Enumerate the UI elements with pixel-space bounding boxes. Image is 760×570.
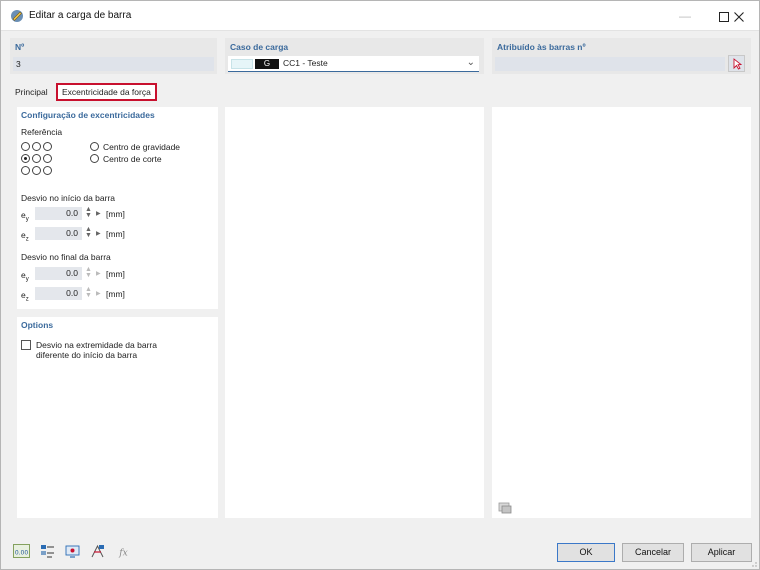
reference-middle-center-radio[interactable]	[32, 154, 41, 163]
ok-button[interactable]: OK	[557, 543, 615, 562]
assigned-panel: Atribuído às barras nº	[492, 38, 751, 74]
end-ey-input: 0.0	[35, 267, 82, 280]
options-title: Options	[21, 320, 54, 330]
start-ez-unit: [mm]	[106, 229, 125, 239]
reference-bottom-right-radio[interactable]	[43, 166, 52, 175]
assigned-label: Atribuído às barras nº	[497, 42, 586, 52]
loadcase-code: G	[255, 59, 279, 69]
window-title: Editar a carga de barra	[29, 10, 132, 21]
number-panel: Nº 3	[10, 38, 217, 74]
cancel-button[interactable]: Cancelar	[622, 543, 684, 562]
start-ey-spinner[interactable]: ▲ ▼	[85, 206, 92, 219]
start-ez-menu-arrow-icon[interactable]: ▶	[96, 230, 101, 237]
units-icon[interactable]: 0.00	[13, 543, 30, 560]
shear-center-label: Centro de corte	[103, 154, 162, 164]
end-ez-label: ez	[21, 290, 29, 303]
end-ez-spinner: ▲ ▼	[85, 286, 92, 299]
tab-principal[interactable]: Principal	[11, 83, 52, 101]
options-panel: Options Desvio na extremidade da barra d…	[17, 317, 218, 518]
end-ey-unit: [mm]	[106, 269, 125, 279]
reference-top-right-radio[interactable]	[43, 142, 52, 151]
reference-bottom-left-radio[interactable]	[21, 166, 30, 175]
load-edit-icon	[11, 10, 23, 22]
model-object-icon[interactable]	[89, 543, 106, 560]
different-end-offset-label-line2: diferente do início da barra	[36, 350, 138, 360]
different-end-offset-checkbox[interactable]	[21, 340, 31, 350]
reference-label: Referência	[21, 127, 63, 137]
end-ez-input: 0.0	[35, 287, 82, 300]
display-settings-icon[interactable]	[64, 543, 81, 560]
loadcase-name: CC1 - Teste	[283, 58, 328, 68]
chevron-down-icon: ⌄	[466, 57, 475, 68]
close-icon	[734, 11, 744, 22]
loadcase-label: Caso de carga	[230, 42, 289, 52]
reference-middle-right-radio[interactable]	[43, 154, 52, 163]
start-ey-label: ey	[21, 210, 29, 223]
tab-excentricidade[interactable]: Excentricidade da força	[56, 83, 157, 101]
start-ey-menu-arrow-icon[interactable]: ▶	[96, 210, 101, 217]
reference-middle-left-radio[interactable]	[21, 154, 30, 163]
units-icon-text: 0.00	[15, 550, 29, 557]
reference-bottom-center-radio[interactable]	[32, 166, 41, 175]
eccentricity-title: Configuração de excentricidades	[21, 110, 155, 120]
start-ey-unit: [mm]	[106, 209, 125, 219]
number-label: Nº	[15, 42, 25, 52]
center-gravity-radio[interactable]	[90, 142, 99, 151]
formula-fx-icon[interactable]: fx	[115, 543, 132, 560]
close-button[interactable]	[719, 1, 759, 31]
preview-settings-icon[interactable]	[498, 501, 512, 514]
start-ez-input[interactable]: 0.0	[35, 227, 82, 240]
start-ez-label: ez	[21, 230, 29, 243]
end-ey-label: ey	[21, 270, 29, 283]
preview-panel	[492, 107, 751, 518]
end-ez-unit: [mm]	[106, 289, 125, 299]
start-ez-spinner[interactable]: ▲ ▼	[85, 226, 92, 239]
center-gravity-label: Centro de gravidade	[103, 142, 181, 152]
dialog-window: Editar a carga de barra — Nº 3 Caso de c…	[0, 0, 760, 570]
formula-icon-text: fx	[118, 549, 127, 559]
end-ey-menu-arrow-icon: ▶	[96, 271, 101, 277]
minimize-button[interactable]: —	[665, 1, 705, 31]
end-ez-menu-arrow-icon: ▶	[96, 291, 101, 297]
eccentricity-panel: Configuração de excentricidades Referênc…	[17, 107, 218, 309]
resize-grip-icon[interactable]	[749, 559, 757, 567]
bottom-bar: 0.00 fx OK Cancelar Aplicar	[1, 533, 759, 569]
start-ey-input[interactable]: 0.0	[35, 207, 82, 220]
number-field[interactable]: 3	[13, 57, 214, 71]
end-ey-spinner: ▲ ▼	[85, 266, 92, 279]
reference-top-left-radio[interactable]	[21, 142, 30, 151]
shear-center-radio[interactable]	[90, 154, 99, 163]
title-bar: Editar a carga de barra —	[1, 1, 759, 31]
loadcase-color-swatch	[231, 59, 253, 69]
end-offset-title: Desvio no final da barra	[21, 252, 111, 262]
different-end-offset-label-line1: Desvio na extremidade da barra	[36, 340, 157, 350]
pick-cursor-icon	[733, 58, 743, 70]
middle-panel	[225, 107, 484, 518]
pick-members-button[interactable]	[728, 55, 745, 72]
start-offset-title: Desvio no início da barra	[21, 193, 116, 203]
assigned-field[interactable]	[495, 57, 725, 71]
reference-top-center-radio[interactable]	[32, 142, 41, 151]
table-view-icon[interactable]	[39, 543, 56, 560]
loadcase-panel: Caso de carga G CC1 - Teste ⌄	[225, 38, 484, 74]
loadcase-select[interactable]: G CC1 - Teste ⌄	[228, 56, 479, 72]
apply-button[interactable]: Aplicar	[691, 543, 752, 562]
